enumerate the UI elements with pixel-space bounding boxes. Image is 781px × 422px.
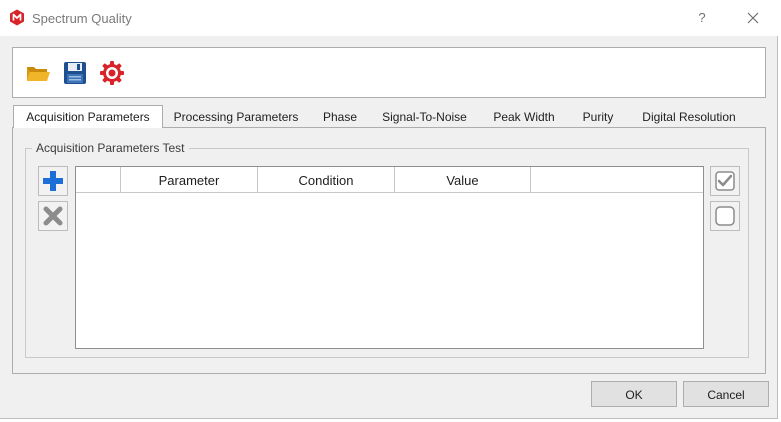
tab-signal-to-noise[interactable]: Signal-To-Noise: [376, 105, 473, 127]
x-remove-icon: [43, 206, 63, 226]
tab-phase[interactable]: Phase: [315, 105, 365, 127]
tab-purity[interactable]: Purity: [575, 105, 621, 127]
remove-button[interactable]: [38, 201, 68, 231]
tab-peak-width[interactable]: Peak Width: [484, 105, 564, 127]
add-button[interactable]: [38, 166, 68, 196]
spectrum-quality-dialog: Spectrum Quality ? Acquisition Parameter…: [0, 0, 778, 419]
empty-checkbox-icon: [715, 206, 735, 226]
parameters-table[interactable]: Parameter Condition Value: [75, 166, 704, 349]
help-button[interactable]: ?: [690, 8, 714, 28]
column-header-select[interactable]: [76, 167, 121, 192]
ok-button[interactable]: OK: [591, 381, 677, 407]
tab-digital-resolution[interactable]: Digital Resolution: [632, 105, 746, 127]
column-header-value[interactable]: Value: [395, 167, 531, 192]
acquisition-parameters-panel: Acquisition Parameters Test Parameter Co…: [12, 127, 766, 374]
window-title: Spectrum Quality: [32, 11, 132, 26]
close-icon[interactable]: [741, 8, 765, 28]
title-bar: Spectrum Quality ?: [0, 0, 778, 36]
table-header: Parameter Condition Value: [76, 167, 703, 193]
check-icon: [715, 171, 735, 191]
folder-open-icon[interactable]: [25, 60, 51, 86]
app-logo-icon: [10, 9, 24, 26]
cancel-button[interactable]: Cancel: [683, 381, 769, 407]
group-title: Acquisition Parameters Test: [32, 141, 189, 155]
toolbar: [12, 47, 766, 98]
plus-icon: [43, 171, 63, 191]
column-header-parameter[interactable]: Parameter: [121, 167, 258, 192]
tab-bar: Acquisition Parameters Processing Parame…: [12, 105, 766, 128]
uncheck-all-button[interactable]: [710, 201, 740, 231]
tab-processing-parameters[interactable]: Processing Parameters: [168, 105, 304, 127]
column-header-condition[interactable]: Condition: [258, 167, 395, 192]
column-header-filler: [531, 167, 703, 192]
tab-acquisition-parameters[interactable]: Acquisition Parameters: [13, 105, 163, 128]
save-disk-icon[interactable]: [62, 60, 88, 86]
settings-gear-icon[interactable]: [99, 60, 125, 86]
check-all-button[interactable]: [710, 166, 740, 196]
